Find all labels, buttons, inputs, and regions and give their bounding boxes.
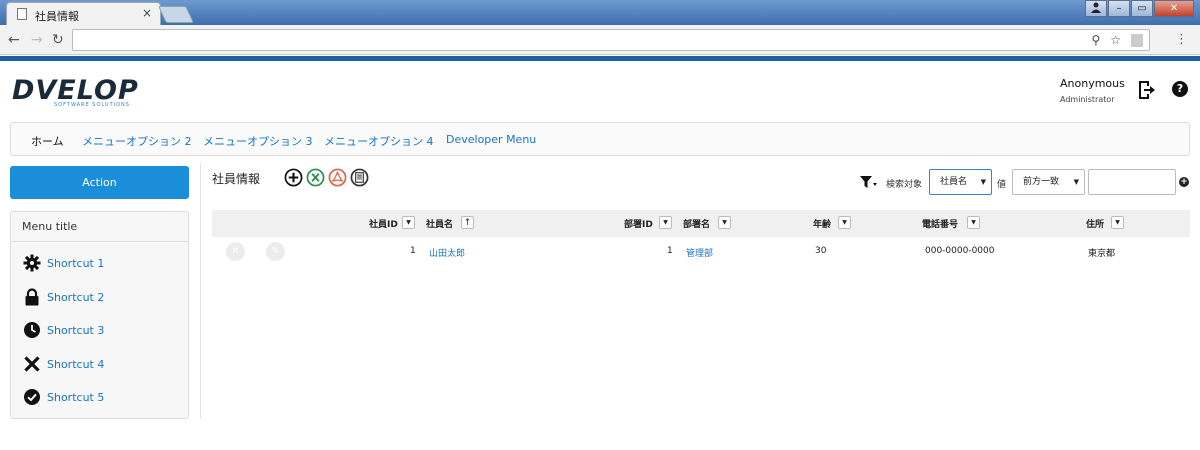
- shortcut-2[interactable]: Shortcut 2: [23, 288, 183, 306]
- search-target-value: 社員名: [940, 177, 968, 187]
- logout-icon[interactable]: [1137, 80, 1155, 100]
- shortcut-label: Shortcut 4: [47, 358, 105, 371]
- browser-titlebar: 社員情報 × – ▭ ✕: [0, 0, 1200, 25]
- shortcut-1[interactable]: Shortcut 1: [23, 254, 183, 272]
- maximize-button[interactable]: ▭: [1131, 0, 1153, 17]
- cell-age: 30: [815, 246, 827, 256]
- pdf-export-icon[interactable]: [328, 168, 347, 187]
- column-menu-button[interactable]: ▼: [967, 216, 980, 229]
- chevron-down-icon: ▼: [980, 178, 986, 186]
- new-tab-button[interactable]: [158, 6, 194, 23]
- table-header: 社員ID ▼ 社員名 ↑ 部署ID ▼ 部署名 ▼ 年齢 ▼ 電話番号 ▼ 住所…: [212, 210, 1190, 237]
- column-header-dept-id[interactable]: 部署ID: [624, 217, 653, 230]
- cell-phone: 000-0000-0000: [925, 246, 995, 256]
- shortcut-menu-panel: Menu title Shortcut 1 Shortcut 2 Shortcu…: [10, 211, 189, 419]
- toolbar-icons: [284, 168, 369, 187]
- browser-tab[interactable]: 社員情報 ×: [6, 2, 161, 25]
- column-menu-button[interactable]: ▼: [402, 216, 415, 229]
- shortcut-label: Shortcut 1: [47, 257, 105, 270]
- table-row[interactable]: ✕ ✎ 1 山田太郎 1 管理部 30 000-0000-0000 東京都: [212, 237, 1190, 267]
- search-value-input[interactable]: [1088, 169, 1176, 195]
- clock-icon: [24, 322, 40, 338]
- column-header-emp-id[interactable]: 社員ID: [369, 217, 398, 230]
- filter-icon[interactable]: [860, 175, 878, 189]
- close-window-button[interactable]: ✕: [1154, 0, 1194, 17]
- user-profile-button[interactable]: [1085, 0, 1107, 17]
- column-menu-button[interactable]: ▼: [659, 216, 672, 229]
- search-target-label: 検索対象: [886, 180, 923, 190]
- shortcut-4[interactable]: Shortcut 4: [23, 355, 183, 373]
- person-icon: [1091, 2, 1101, 13]
- cell-emp-name-link[interactable]: 山田太郎: [429, 246, 465, 259]
- cell-dept-name-link[interactable]: 管理部: [686, 246, 713, 259]
- window-controls: – ▭ ✕: [1085, 0, 1194, 17]
- action-button[interactable]: Action: [10, 166, 189, 199]
- logo-subtitle: SOFTWARE SOLUTIONS: [54, 102, 130, 108]
- bookmark-star-icon[interactable]: ☆: [1110, 33, 1121, 47]
- check-circle-icon: [24, 389, 40, 405]
- match-mode-value: 前方一致: [1023, 177, 1060, 187]
- browser-menu-icon[interactable]: ⋮: [1175, 32, 1188, 47]
- nav-item-developer-menu[interactable]: Developer Menu: [446, 133, 536, 146]
- sort-ascending-button[interactable]: ↑: [461, 216, 474, 229]
- column-menu-button[interactable]: ▼: [838, 216, 851, 229]
- browser-accent-bar: [0, 56, 1200, 61]
- zoom-icon[interactable]: ⚲: [1091, 33, 1100, 47]
- shortcut-label: Shortcut 2: [47, 291, 105, 304]
- report-icon[interactable]: [350, 168, 369, 187]
- sidebar-divider: [200, 163, 201, 419]
- forward-button[interactable]: →: [31, 32, 43, 48]
- nav-item-home[interactable]: ホーム: [31, 133, 64, 149]
- address-bar[interactable]: ⚲ ☆: [72, 29, 1150, 51]
- add-record-icon[interactable]: [284, 168, 303, 187]
- shortcut-label: Shortcut 5: [47, 391, 105, 404]
- minimize-button[interactable]: –: [1108, 0, 1130, 17]
- edit-row-icon[interactable]: ✎: [266, 242, 285, 261]
- cell-dept-id: 1: [667, 246, 673, 256]
- chevron-down-icon: ▼: [1073, 178, 1079, 186]
- shortcut-3[interactable]: Shortcut 3: [23, 321, 183, 339]
- main-navigation: ホーム メニューオプション 2 メニューオプション 3 メニューオプション 4 …: [10, 122, 1190, 156]
- user-role: Administrator: [1060, 95, 1115, 104]
- value-label: 値: [997, 180, 1007, 190]
- reload-button[interactable]: ↻: [52, 32, 64, 48]
- help-icon[interactable]: ?: [1172, 81, 1188, 97]
- company-logo[interactable]: DVELOP SOFTWARE SOLUTIONS: [12, 75, 139, 113]
- page-title: 社員情報: [212, 172, 261, 186]
- user-name: Anonymous: [1060, 77, 1125, 90]
- lock-icon: [25, 288, 39, 306]
- page-icon: [17, 8, 27, 20]
- search-target-select[interactable]: 社員名 ▼: [929, 169, 992, 195]
- column-header-emp-name[interactable]: 社員名: [426, 217, 453, 230]
- column-menu-button[interactable]: ▼: [718, 216, 731, 229]
- add-condition-icon[interactable]: +: [1179, 177, 1189, 187]
- pdf-extension-icon[interactable]: [1131, 34, 1143, 47]
- column-header-age[interactable]: 年齢: [813, 217, 831, 230]
- x-icon: [24, 356, 40, 372]
- gear-icon: [23, 254, 41, 272]
- column-header-address[interactable]: 住所: [1086, 217, 1104, 230]
- tab-close-icon[interactable]: ×: [142, 6, 152, 20]
- browser-toolbar: ← → ↻ ⚲ ☆ ⋮: [0, 25, 1200, 55]
- cell-emp-id: 1: [410, 246, 416, 256]
- excel-export-icon[interactable]: [306, 168, 325, 187]
- logo-text: DVELOP: [12, 75, 139, 106]
- delete-row-icon[interactable]: ✕: [226, 242, 245, 261]
- back-button[interactable]: ←: [8, 32, 20, 48]
- nav-item-option-2[interactable]: メニューオプション 2: [82, 133, 192, 149]
- column-header-phone[interactable]: 電話番号: [922, 217, 958, 230]
- column-header-dept-name[interactable]: 部署名: [683, 217, 710, 230]
- column-menu-button[interactable]: ▼: [1111, 216, 1124, 229]
- shortcut-5[interactable]: Shortcut 5: [23, 388, 183, 406]
- match-mode-select[interactable]: 前方一致 ▼: [1012, 169, 1085, 195]
- tab-title: 社員情報: [35, 10, 79, 23]
- menu-title: Menu title: [11, 212, 188, 242]
- nav-item-option-3[interactable]: メニューオプション 3: [203, 133, 313, 149]
- shortcut-label: Shortcut 3: [47, 324, 105, 337]
- nav-item-option-4[interactable]: メニューオプション 4: [324, 133, 434, 149]
- cell-address: 東京都: [1088, 249, 1116, 259]
